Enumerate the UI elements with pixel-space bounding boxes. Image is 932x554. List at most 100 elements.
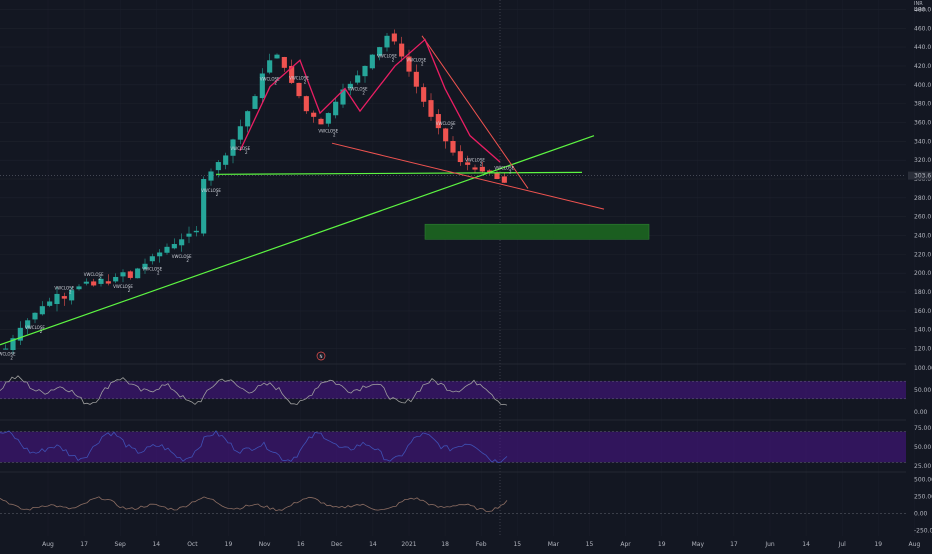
signal-label: VWCLOSE — [172, 254, 192, 259]
signal-label: VWCLOSE — [113, 284, 133, 289]
candle-body — [443, 128, 449, 142]
signal-label: VWCLOSE — [142, 267, 162, 272]
price-tick-label: 380.0 — [914, 101, 931, 108]
time-tick-label: Nov — [259, 541, 271, 548]
oscillator-tick-label: 500.00 — [914, 476, 932, 483]
candle-body — [120, 272, 126, 277]
time-tick-label: Apr — [620, 541, 631, 548]
candle-body — [157, 252, 163, 257]
candle-body — [479, 166, 485, 172]
price-tick-label: 460.0 — [914, 25, 931, 32]
price-tick-label: 160.0 — [914, 308, 931, 315]
oscillator-band — [0, 431, 906, 463]
candle-body — [83, 281, 89, 284]
time-tick-label: 19 — [225, 541, 233, 548]
candle-body — [215, 162, 221, 171]
candle-body — [127, 271, 133, 278]
candle-body — [179, 239, 185, 246]
target-zone-box — [424, 223, 650, 240]
time-tick-label: 2021 — [401, 541, 416, 548]
candle-body — [457, 151, 463, 163]
candle-body — [362, 65, 368, 77]
candle-body — [333, 101, 339, 116]
oscillator-tick-label: 25.00 — [914, 463, 931, 470]
price-tick-label: 180.0 — [914, 289, 931, 296]
signal-count: 2 — [10, 356, 13, 361]
time-tick-label: 15 — [513, 541, 521, 548]
signal-count: 2 — [362, 91, 365, 96]
signal-label: VWCLOSE — [230, 146, 250, 151]
oscillator-tick-label: 100.00 — [914, 365, 932, 372]
price-tick-label: 400.0 — [914, 82, 931, 89]
time-tick-label: 15 — [586, 541, 594, 548]
candle-body — [421, 87, 427, 102]
time-tick-label: 19 — [658, 541, 666, 548]
time-tick-label: 17 — [730, 541, 738, 548]
oscillator-tick-label: 0.00 — [914, 409, 928, 416]
signal-count: 2 — [186, 258, 189, 263]
signal-count: 2 — [392, 58, 395, 63]
candle-body — [193, 230, 199, 233]
candle-body — [164, 246, 170, 253]
oscillator-tick-label: -250.00 — [914, 528, 932, 535]
candle-body — [413, 71, 419, 87]
candle-body — [47, 301, 53, 306]
signal-label: VWCLOSE — [289, 76, 309, 81]
signal-count: 2 — [40, 329, 43, 334]
last-price-label: 303.6 — [914, 173, 931, 180]
signal-label: VWCLOSE — [377, 54, 397, 59]
time-tick-label: 14 — [369, 541, 377, 548]
candle-body — [237, 126, 243, 140]
candle-body — [245, 111, 251, 127]
candle-body — [91, 281, 97, 286]
price-tick-label: 120.0 — [914, 346, 931, 353]
time-tick-label: Aug — [909, 541, 921, 548]
oscillator-tick-label: 0.00 — [914, 511, 928, 518]
candle-body — [113, 276, 119, 282]
signal-count: 2 — [128, 288, 131, 293]
candle-body — [32, 312, 38, 320]
signal-label: VWCLOSE — [494, 166, 514, 171]
time-tick-label: May — [692, 541, 705, 548]
oscillator-tick-label: 50.00 — [914, 444, 931, 451]
chart-svg[interactable]: VWCLOSE2VWCLOSE2VWCLOSE2VWCLOSE2VWCLOSE2… — [0, 0, 932, 550]
candle-body — [296, 82, 302, 97]
candle-body — [428, 100, 434, 117]
signal-label: VWCLOSE — [348, 87, 368, 92]
candle-body — [105, 281, 111, 284]
candle-body — [399, 43, 405, 57]
candle-body — [3, 348, 9, 350]
oscillator-tick-label: 75.00 — [914, 425, 931, 432]
signal-label: VWCLOSE — [201, 188, 221, 193]
candle-body — [311, 112, 317, 117]
time-tick-label: Jul — [838, 541, 847, 548]
price-tick-label: 440.0 — [914, 44, 931, 51]
time-tick-label: Mar — [548, 541, 560, 548]
candle-body — [355, 75, 361, 83]
time-tick-label: 16 — [297, 541, 305, 548]
oscillator-band — [0, 381, 906, 399]
target-zone[interactable] — [424, 223, 650, 240]
unit-label: Lakh — [914, 7, 926, 13]
candle-body — [303, 96, 309, 112]
price-tick-label: 260.0 — [914, 214, 931, 221]
chart-root[interactable]: VWCLOSE2VWCLOSE2VWCLOSE2VWCLOSE2VWCLOSE2… — [0, 0, 932, 550]
candle-body — [76, 286, 82, 290]
signal-label: VWCLOSE — [406, 58, 426, 63]
candle-body — [223, 155, 229, 165]
time-tick-label: Aug — [42, 541, 54, 548]
candle-body — [208, 171, 214, 181]
signal-label: VWCLOSE — [318, 129, 338, 134]
time-tick-label: Feb — [476, 541, 487, 548]
signal-label: VWCLOSE — [260, 76, 280, 81]
time-tick-label: 14 — [802, 541, 810, 548]
price-tick-label: 420.0 — [914, 63, 931, 70]
signal-count: 2 — [304, 80, 307, 85]
time-tick-label: 19 — [874, 541, 882, 548]
candle-body — [369, 54, 375, 69]
signal-label: VWCLOSE — [0, 352, 16, 357]
candle-body — [61, 296, 67, 299]
candle-body — [450, 141, 456, 153]
candle-body — [391, 33, 397, 42]
candle-body — [149, 256, 155, 262]
